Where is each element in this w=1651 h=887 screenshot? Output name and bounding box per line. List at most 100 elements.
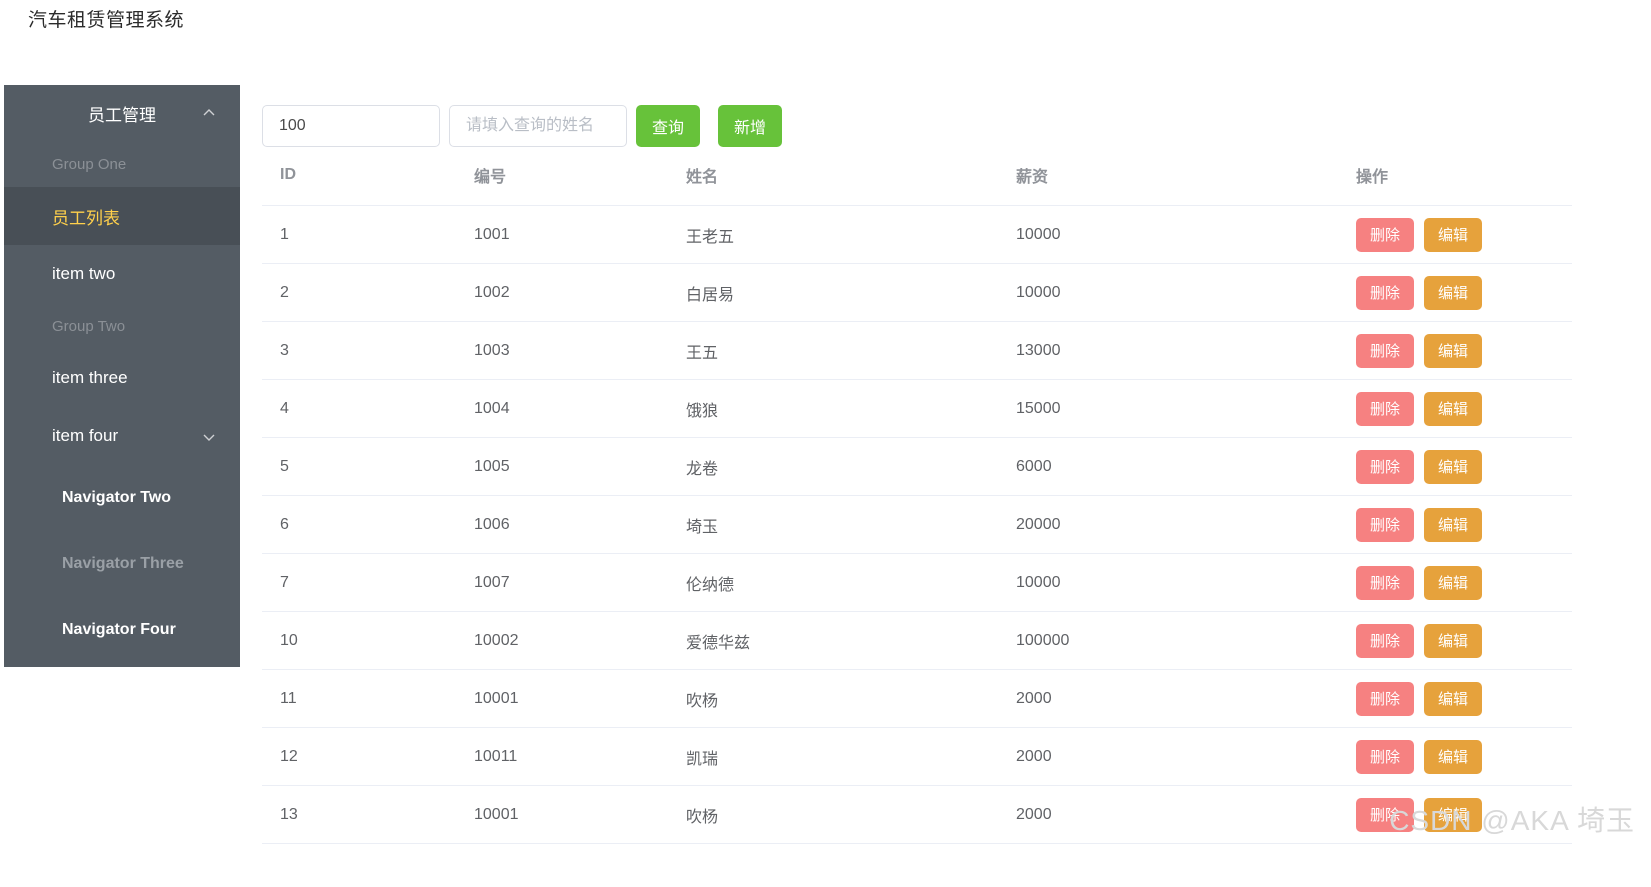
cell-salary: 10000 xyxy=(1016,553,1356,612)
sidebar-item-employee-list[interactable]: 员工列表 xyxy=(4,187,240,245)
edit-button[interactable]: 编辑 xyxy=(1424,449,1483,484)
delete-button[interactable]: 删除 xyxy=(1356,333,1415,368)
cell-actions: 删除 编辑 xyxy=(1356,611,1572,670)
column-header-number[interactable]: 编号 xyxy=(474,163,686,206)
delete-button[interactable]: 删除 xyxy=(1356,623,1415,658)
cell-salary: 10000 xyxy=(1016,263,1356,322)
table-row: 2 1002 白居易 10000 删除 编辑 xyxy=(262,263,1572,322)
delete-button[interactable]: 删除 xyxy=(1356,565,1415,600)
sidebar-item-navigator-three-label: Navigator Three xyxy=(62,555,184,572)
cell-actions: 删除 编辑 xyxy=(1356,669,1572,728)
edit-button[interactable]: 编辑 xyxy=(1424,217,1483,252)
column-header-id[interactable]: ID xyxy=(262,163,474,206)
column-header-action: 操作 xyxy=(1356,163,1572,206)
cell-salary: 15000 xyxy=(1016,379,1356,438)
table-body: 1 1001 王老五 10000 删除 编辑 2 1002 白居易 10000 删除 编辑 3 1003 王… xyxy=(262,205,1572,844)
edit-button[interactable]: 编辑 xyxy=(1424,739,1483,774)
cell-actions: 删除 编辑 xyxy=(1356,495,1572,554)
toolbar: 查询 新增 xyxy=(262,105,1572,147)
sidebar-item-navigator-three[interactable]: Navigator Three xyxy=(4,531,240,597)
cell-id: 5 xyxy=(262,437,474,496)
table-row: 4 1004 饿狼 15000 删除 编辑 xyxy=(262,379,1572,438)
delete-button[interactable]: 删除 xyxy=(1356,681,1415,716)
cell-name: 凯瑞 xyxy=(686,727,1016,786)
cell-number: 1002 xyxy=(474,263,686,322)
sidebar-group-two-label: Group Two xyxy=(52,317,126,335)
sidebar-menu-employee-management[interactable]: 员工管理 xyxy=(4,85,240,141)
chevron-down-icon xyxy=(202,429,216,443)
search-button[interactable]: 查询 xyxy=(636,105,701,147)
delete-button[interactable]: 删除 xyxy=(1356,739,1415,774)
cell-name: 龙卷 xyxy=(686,437,1016,496)
delete-button[interactable]: 删除 xyxy=(1356,217,1415,252)
table-row: 12 10011 凯瑞 2000 删除 编辑 xyxy=(262,727,1572,786)
sidebar-item-item-four-label: item four xyxy=(52,426,119,445)
cell-number: 1003 xyxy=(474,321,686,380)
main-content: 查询 新增 ID 编号 姓名 薪资 操作 11001王老五10000删除编辑21… xyxy=(262,85,1572,887)
cell-id: 13 xyxy=(262,785,474,844)
cell-id: 12 xyxy=(262,727,474,786)
table-row: 5 1005 龙卷 6000 删除 编辑 xyxy=(262,437,1572,496)
delete-button[interactable]: 删除 xyxy=(1356,275,1415,310)
cell-actions: 删除 编辑 xyxy=(1356,379,1572,438)
app-root: 汽车租赁管理系统 员工管理 Group One 员工列表 item two Gr… xyxy=(0,0,1651,887)
cell-actions: 删除 编辑 xyxy=(1356,321,1572,380)
add-button[interactable]: 新增 xyxy=(718,105,783,147)
sidebar-item-item-four[interactable]: item four xyxy=(4,407,240,465)
table-row: 3 1003 王五 13000 删除 编辑 xyxy=(262,321,1572,380)
table-header-row: ID 编号 姓名 薪资 操作 xyxy=(262,163,1572,206)
cell-number: 1007 xyxy=(474,553,686,612)
cell-name: 白居易 xyxy=(686,263,1016,322)
sidebar-item-item-three[interactable]: item three xyxy=(4,349,240,407)
sidebar-item-item-two-label: item two xyxy=(52,264,116,283)
cell-number: 10002 xyxy=(474,611,686,670)
delete-button[interactable]: 删除 xyxy=(1356,391,1415,426)
cell-id: 10 xyxy=(262,611,474,670)
sidebar-item-item-three-label: item three xyxy=(52,368,128,387)
edit-button[interactable]: 编辑 xyxy=(1424,275,1483,310)
sidebar-item-navigator-four[interactable]: Navigator Four xyxy=(4,597,240,663)
edit-button[interactable]: 编辑 xyxy=(1424,797,1483,832)
sidebar-item-item-two[interactable]: item two xyxy=(4,245,240,303)
edit-button[interactable]: 编辑 xyxy=(1424,681,1483,716)
cell-name: 吹杨 xyxy=(686,785,1016,844)
table-row: 1 1001 王老五 10000 删除 编辑 xyxy=(262,205,1572,264)
sidebar: 员工管理 Group One 员工列表 item two Group Two i… xyxy=(4,85,240,667)
delete-button[interactable]: 删除 xyxy=(1356,507,1415,542)
edit-button[interactable]: 编辑 xyxy=(1424,507,1483,542)
edit-button[interactable]: 编辑 xyxy=(1424,333,1483,368)
cell-number: 1005 xyxy=(474,437,686,496)
page-title: 汽车租赁管理系统 xyxy=(28,10,185,31)
search-name-input[interactable] xyxy=(449,105,627,147)
cell-actions: 删除 编辑 xyxy=(1356,727,1572,786)
cell-number: 1006 xyxy=(474,495,686,554)
edit-button[interactable]: 编辑 xyxy=(1424,391,1483,426)
cell-number: 1001 xyxy=(474,205,686,264)
cell-actions: 删除 编辑 xyxy=(1356,263,1572,322)
table-row: 13 10001 吹杨 2000 删除 编辑 xyxy=(262,785,1572,844)
cell-id: 3 xyxy=(262,321,474,380)
cell-salary: 2000 xyxy=(1016,785,1356,844)
column-header-name[interactable]: 姓名 xyxy=(686,163,1016,206)
cell-number: 10001 xyxy=(474,785,686,844)
cell-salary: 20000 xyxy=(1016,495,1356,554)
cell-id: 1 xyxy=(262,205,474,264)
table-header: ID 编号 姓名 薪资 操作 xyxy=(262,163,1572,206)
cell-salary: 100000 xyxy=(1016,611,1356,670)
edit-button[interactable]: 编辑 xyxy=(1424,623,1483,658)
cell-id: 2 xyxy=(262,263,474,322)
count-input[interactable] xyxy=(262,105,440,147)
edit-button[interactable]: 编辑 xyxy=(1424,565,1483,600)
table-row: 10 10002 爱德华兹 100000 删除 编辑 xyxy=(262,611,1572,670)
delete-button[interactable]: 删除 xyxy=(1356,449,1415,484)
employee-table: ID 编号 姓名 薪资 操作 1 1001 王老五 10000 删除 编辑 2 1002 白居易… xyxy=(262,163,1572,844)
cell-actions: 删除 编辑 xyxy=(1356,205,1572,264)
cell-name: 爱德华兹 xyxy=(686,611,1016,670)
table-row: 11 10001 吹杨 2000 删除 编辑 xyxy=(262,669,1572,728)
cell-id: 4 xyxy=(262,379,474,438)
delete-button[interactable]: 删除 xyxy=(1356,797,1415,832)
table-row: 6 1006 埼玉 20000 删除 编辑 xyxy=(262,495,1572,554)
cell-name: 埼玉 xyxy=(686,495,1016,554)
column-header-salary[interactable]: 薪资 xyxy=(1016,163,1356,206)
sidebar-item-navigator-two[interactable]: Navigator Two xyxy=(4,465,240,531)
